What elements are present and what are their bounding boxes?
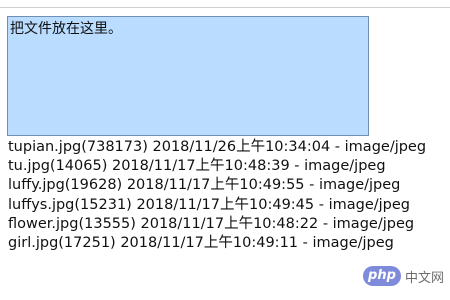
file-item: tu.jpg(14065) 2018/11/17上午10:48:39 - ima… [8, 158, 386, 175]
file-item: girl.jpg(17251) 2018/11/17上午10:49:11 - i… [8, 235, 394, 252]
file-item: flower.jpg(13555) 2018/11/17上午10:48:22 -… [8, 215, 415, 232]
site-watermark: php 中文网 [362, 266, 444, 286]
watermark-text: 中文网 [404, 270, 444, 286]
file-drop-zone[interactable]: 把文件放在这里。 [7, 16, 369, 136]
file-item: luffy.jpg(19628) 2018/11/17上午10:49:55 - … [8, 177, 401, 194]
drop-zone-label: 把文件放在这里。 [10, 21, 122, 37]
file-list: tupian.jpg(738173) 2018/11/26上午10:34:04 … [8, 138, 426, 253]
file-item: tupian.jpg(738173) 2018/11/26上午10:34:04 … [8, 139, 427, 155]
php-logo-icon: php [362, 266, 401, 286]
file-item: luffys.jpg(15231) 2018/11/17上午10:49:45 -… [8, 196, 410, 213]
top-divider [0, 7, 450, 8]
